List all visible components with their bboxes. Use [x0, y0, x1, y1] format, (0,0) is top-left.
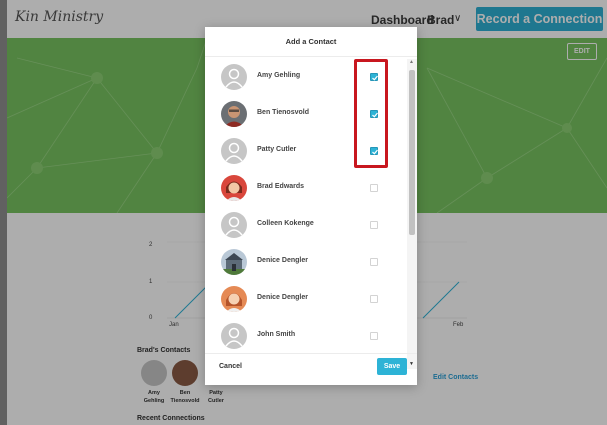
contact-checkbox[interactable]: [370, 332, 378, 340]
contact-name: Ben Tienosvold: [257, 109, 309, 116]
avatar: [221, 286, 247, 312]
list-item[interactable]: Colleen Kokenge: [205, 207, 405, 244]
vertical-scrollbar[interactable]: ▲ ▼: [407, 59, 417, 369]
user-icon: [225, 327, 243, 347]
avatar: [221, 101, 247, 127]
dialog-title: Add a Contact: [205, 27, 417, 57]
scrollbar-thumb[interactable]: [409, 70, 415, 235]
contact-name: Amy Gehling: [257, 72, 301, 79]
cancel-button[interactable]: Cancel: [219, 363, 242, 370]
scroll-up-arrow-icon[interactable]: ▲: [409, 59, 414, 65]
list-item[interactable]: Brad Edwards: [205, 170, 405, 207]
contact-name: Patty Cutler: [257, 146, 297, 153]
avatar: [221, 249, 247, 275]
user-icon: [225, 216, 243, 236]
contact-checkbox[interactable]: [370, 258, 378, 266]
user-icon: [225, 68, 243, 88]
contact-checkbox[interactable]: [370, 221, 378, 229]
contact-name: Brad Edwards: [257, 183, 305, 190]
list-item[interactable]: Denice Dengler: [205, 244, 405, 281]
scroll-down-arrow-icon[interactable]: ▼: [409, 361, 414, 367]
user-placeholder-avatar: [221, 138, 247, 164]
contact-name: Denice Dengler: [257, 294, 308, 301]
person-photo-icon: [221, 101, 247, 127]
dialog-footer-divider: [205, 353, 417, 354]
save-button[interactable]: Save: [377, 358, 407, 375]
user-icon: [225, 142, 243, 162]
contact-name: Colleen Kokenge: [257, 220, 314, 227]
avatar: [221, 175, 247, 201]
user-placeholder-avatar: [221, 64, 247, 90]
building-photo-icon: [221, 249, 247, 275]
list-item[interactable]: Denice Dengler: [205, 281, 405, 318]
contact-name: John Smith: [257, 331, 296, 338]
checked-items-highlight-box: [354, 59, 388, 168]
list-item[interactable]: John Smith: [205, 318, 405, 355]
user-placeholder-avatar: [221, 212, 247, 238]
cartoon-person-icon: [221, 286, 247, 312]
user-placeholder-avatar: [221, 323, 247, 349]
contact-checkbox[interactable]: [370, 184, 378, 192]
contact-checkbox[interactable]: [370, 295, 378, 303]
cartoon-person-icon: [221, 175, 247, 201]
contact-name: Denice Dengler: [257, 257, 308, 264]
